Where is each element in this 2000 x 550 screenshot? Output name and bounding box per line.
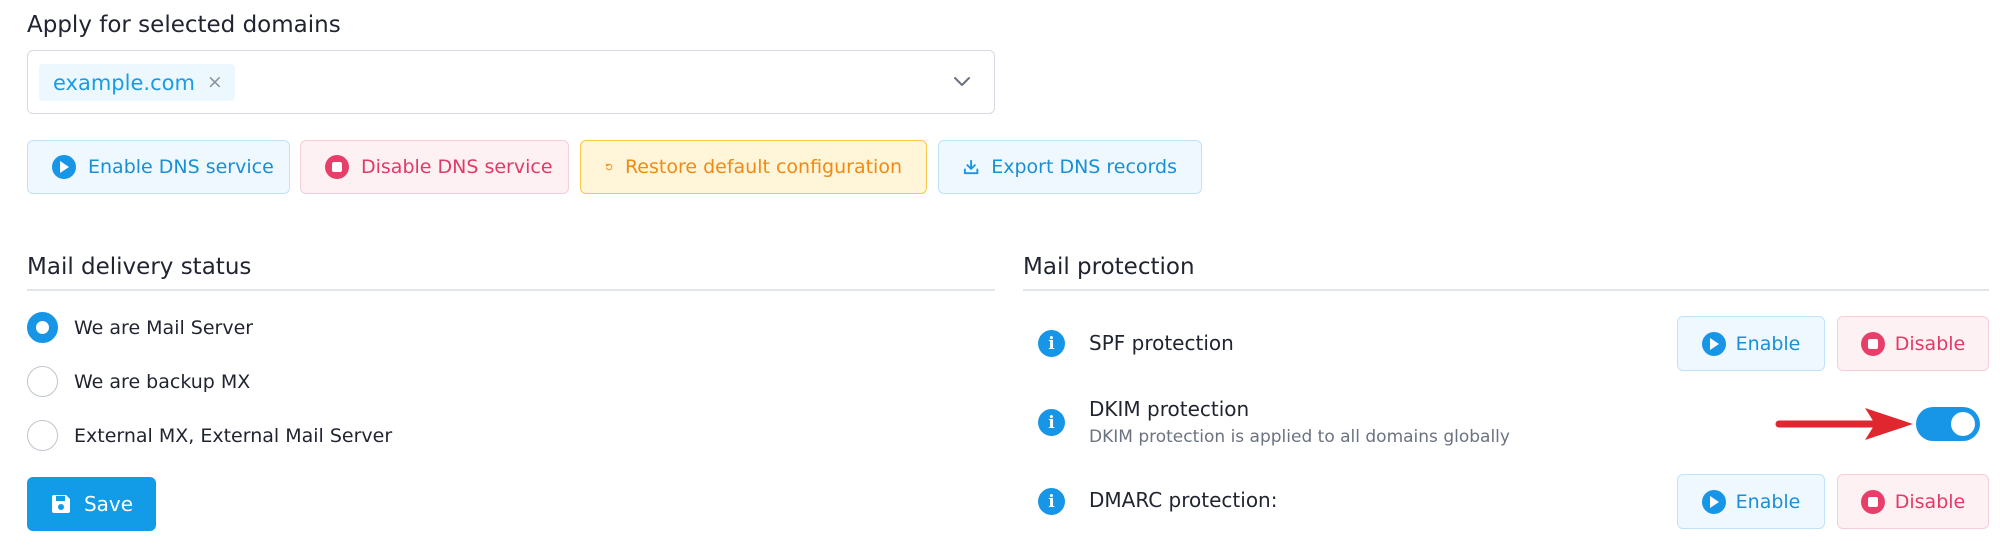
radio-label: We are backup MX (74, 370, 251, 393)
save-button[interactable]: Save (27, 477, 156, 531)
play-icon (1701, 489, 1726, 514)
save-icon (51, 495, 70, 513)
spf-enable-button[interactable]: Enable (1677, 316, 1825, 371)
disable-dns-button[interactable]: Disable DNS service (300, 140, 569, 194)
chip-remove-icon[interactable]: × (207, 73, 223, 92)
spf-enable-label: Enable (1735, 332, 1801, 355)
restore-icon (605, 163, 613, 171)
dmarc-disable-button[interactable]: Disable (1837, 474, 1989, 529)
restore-default-label: Restore default configuration (624, 156, 902, 178)
mail-protection-heading: Mail protection (1023, 254, 1195, 280)
info-icon[interactable]: i (1038, 330, 1065, 357)
dkim-note: DKIM protection is applied to all domain… (1089, 427, 1510, 447)
radio-button[interactable] (27, 312, 58, 343)
radio-external-mx[interactable]: External MX, External Mail Server (27, 420, 392, 451)
dmarc-label: DMARC protection: (1089, 488, 1278, 512)
spf-disable-label: Disable (1894, 332, 1966, 355)
radio-label: We are Mail Server (74, 316, 254, 339)
dmarc-disable-label: Disable (1894, 490, 1966, 513)
export-dns-button[interactable]: Export DNS records (938, 140, 1202, 194)
spf-disable-button[interactable]: Disable (1837, 316, 1989, 371)
info-icon[interactable]: i (1038, 409, 1065, 436)
domains-heading: Apply for selected domains (27, 12, 341, 38)
radio-mail-server[interactable]: We are Mail Server (27, 312, 253, 343)
radio-label: External MX, External Mail Server (74, 424, 393, 447)
dkim-label: DKIM protection (1089, 397, 1250, 421)
disable-dns-label: Disable DNS service (361, 156, 553, 178)
play-icon (1701, 331, 1726, 356)
chevron-down-icon[interactable] (952, 73, 972, 91)
mail-delivery-heading: Mail delivery status (27, 254, 252, 280)
domain-select[interactable]: example.com × (27, 50, 995, 114)
restore-default-button[interactable]: Restore default configuration (580, 140, 927, 194)
toggle-knob (1951, 412, 1975, 436)
radio-button[interactable] (27, 420, 58, 451)
enable-dns-button[interactable]: Enable DNS service (27, 140, 290, 194)
stop-icon (325, 155, 349, 179)
dmarc-enable-label: Enable (1735, 490, 1801, 513)
dmarc-enable-button[interactable]: Enable (1677, 474, 1825, 529)
radio-button[interactable] (27, 366, 58, 397)
play-icon (52, 155, 76, 179)
spf-label: SPF protection (1089, 331, 1234, 355)
save-label: Save (83, 492, 134, 516)
info-icon[interactable]: i (1038, 488, 1065, 515)
annotation-arrow-icon (1775, 408, 1913, 440)
domain-chip: example.com × (39, 64, 235, 101)
export-dns-label: Export DNS records (991, 156, 1177, 178)
stop-icon (1860, 331, 1885, 356)
domain-chip-label: example.com (53, 70, 195, 95)
download-icon (963, 159, 979, 175)
mail-delivery-divider (27, 289, 995, 291)
mail-protection-divider (1023, 289, 1989, 291)
radio-backup-mx[interactable]: We are backup MX (27, 366, 250, 397)
enable-dns-label: Enable DNS service (88, 156, 274, 178)
dkim-toggle[interactable] (1916, 407, 1980, 441)
stop-icon (1860, 489, 1885, 514)
